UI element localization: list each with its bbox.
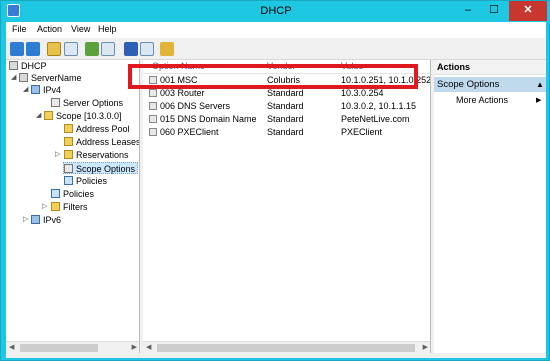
table-row[interactable]: 060 PXEClient Standard PXEClient	[143, 126, 430, 138]
minimize-button[interactable]: –	[456, 1, 480, 21]
menu-bar: File Action View Help	[6, 22, 546, 38]
actions-header: Actions	[434, 60, 546, 75]
tree-node-scope-policies[interactable]: Policies	[64, 175, 107, 187]
policies-icon	[51, 189, 60, 198]
tree-node-server[interactable]: ServerName	[19, 72, 82, 84]
filter-icon	[51, 202, 60, 211]
up-folder-icon[interactable]	[47, 42, 61, 56]
tree-node-dhcp[interactable]: DHCP	[9, 60, 47, 72]
actions-pane: Actions Scope Options ▲ More Actions ▶	[434, 60, 546, 353]
maximize-button[interactable]: ☐	[482, 1, 506, 21]
scroll-thumb[interactable]	[20, 344, 98, 352]
expand-icon[interactable]: ▷	[23, 214, 28, 226]
dhcp-window: DHCP – ☐ ✕ File Action View Help DHCP ◢ …	[0, 0, 550, 361]
tree-node-scope[interactable]: Scope [10.3.0.0]	[44, 110, 122, 122]
show-hide-tree-icon[interactable]	[64, 42, 78, 56]
folder-icon	[44, 111, 53, 120]
export-icon[interactable]	[101, 42, 115, 56]
tree-node-address-pool[interactable]: Address Pool	[64, 123, 130, 135]
collapse-icon[interactable]: ◢	[11, 72, 16, 84]
folder-icon	[64, 124, 73, 133]
server-icon	[19, 73, 28, 82]
console-tree[interactable]: DHCP ◢ ServerName ◢ IPv4 Server Options …	[6, 60, 140, 353]
dhcp-icon	[9, 61, 18, 70]
menu-action[interactable]: Action	[37, 24, 62, 34]
tree-node-reservations[interactable]: Reservations	[64, 149, 129, 161]
table-row[interactable]: 015 DNS Domain Name Standard PeteNetLive…	[143, 113, 430, 125]
menu-file[interactable]: File	[12, 24, 27, 34]
tree-node-scope-options[interactable]: Scope Options	[63, 162, 139, 174]
option-icon	[149, 102, 157, 110]
options-icon	[64, 164, 73, 173]
option-icon	[149, 89, 157, 97]
tree-node-ipv4[interactable]: IPv4	[31, 84, 61, 96]
submenu-arrow-icon: ▶	[536, 97, 542, 104]
tree-horizontal-scrollbar[interactable]: ◀ ▶	[6, 341, 139, 353]
forward-icon[interactable]	[26, 42, 40, 56]
tree-node-policies[interactable]: Policies	[51, 188, 94, 200]
scroll-thumb[interactable]	[157, 344, 415, 352]
help-icon[interactable]	[124, 42, 138, 56]
close-button[interactable]: ✕	[509, 1, 547, 21]
toolbar	[6, 38, 546, 60]
more-actions-link[interactable]: More Actions	[456, 95, 508, 105]
scroll-right-icon[interactable]: ▶	[423, 342, 428, 353]
refresh-icon[interactable]	[85, 42, 99, 56]
option-icon	[149, 128, 157, 136]
folder-icon	[64, 150, 73, 159]
scroll-left-icon[interactable]: ◀	[9, 342, 14, 353]
ipv4-icon	[31, 85, 40, 94]
scroll-left-icon[interactable]: ◀	[146, 342, 151, 353]
back-icon[interactable]	[10, 42, 24, 56]
tree-node-address-leases[interactable]: Address Leases	[64, 136, 139, 148]
actions-section-scope-options[interactable]: Scope Options	[434, 77, 546, 92]
collapse-up-icon[interactable]: ▲	[536, 80, 544, 89]
properties-icon[interactable]	[140, 42, 154, 56]
folder-icon	[64, 137, 73, 146]
red-highlight-box	[128, 64, 418, 89]
collapse-icon[interactable]: ◢	[23, 84, 28, 96]
configure-options-icon[interactable]	[160, 42, 174, 56]
status-bar	[6, 353, 546, 358]
title-bar[interactable]: DHCP – ☐ ✕	[1, 1, 550, 22]
expand-icon[interactable]: ▷	[55, 149, 60, 161]
tree-node-ipv6[interactable]: IPv6	[31, 214, 61, 226]
option-icon	[149, 115, 157, 123]
menu-help[interactable]: Help	[98, 24, 117, 34]
tree-node-server-options[interactable]: Server Options	[51, 97, 123, 109]
expand-icon[interactable]: ▷	[42, 201, 47, 213]
menu-view[interactable]: View	[71, 24, 90, 34]
scroll-right-icon[interactable]: ▶	[132, 342, 137, 353]
ipv6-icon	[31, 215, 40, 224]
table-row[interactable]: 006 DNS Servers Standard 10.3.0.2, 10.1.…	[143, 100, 430, 112]
list-horizontal-scrollbar[interactable]: ◀ ▶	[143, 341, 430, 353]
options-list[interactable]: Option Name Vendor Value 001 MSC Colubri…	[143, 60, 431, 353]
collapse-icon[interactable]: ◢	[36, 110, 41, 122]
policies-icon	[64, 176, 73, 185]
options-icon	[51, 98, 60, 107]
tree-node-filters[interactable]: Filters	[51, 201, 88, 213]
